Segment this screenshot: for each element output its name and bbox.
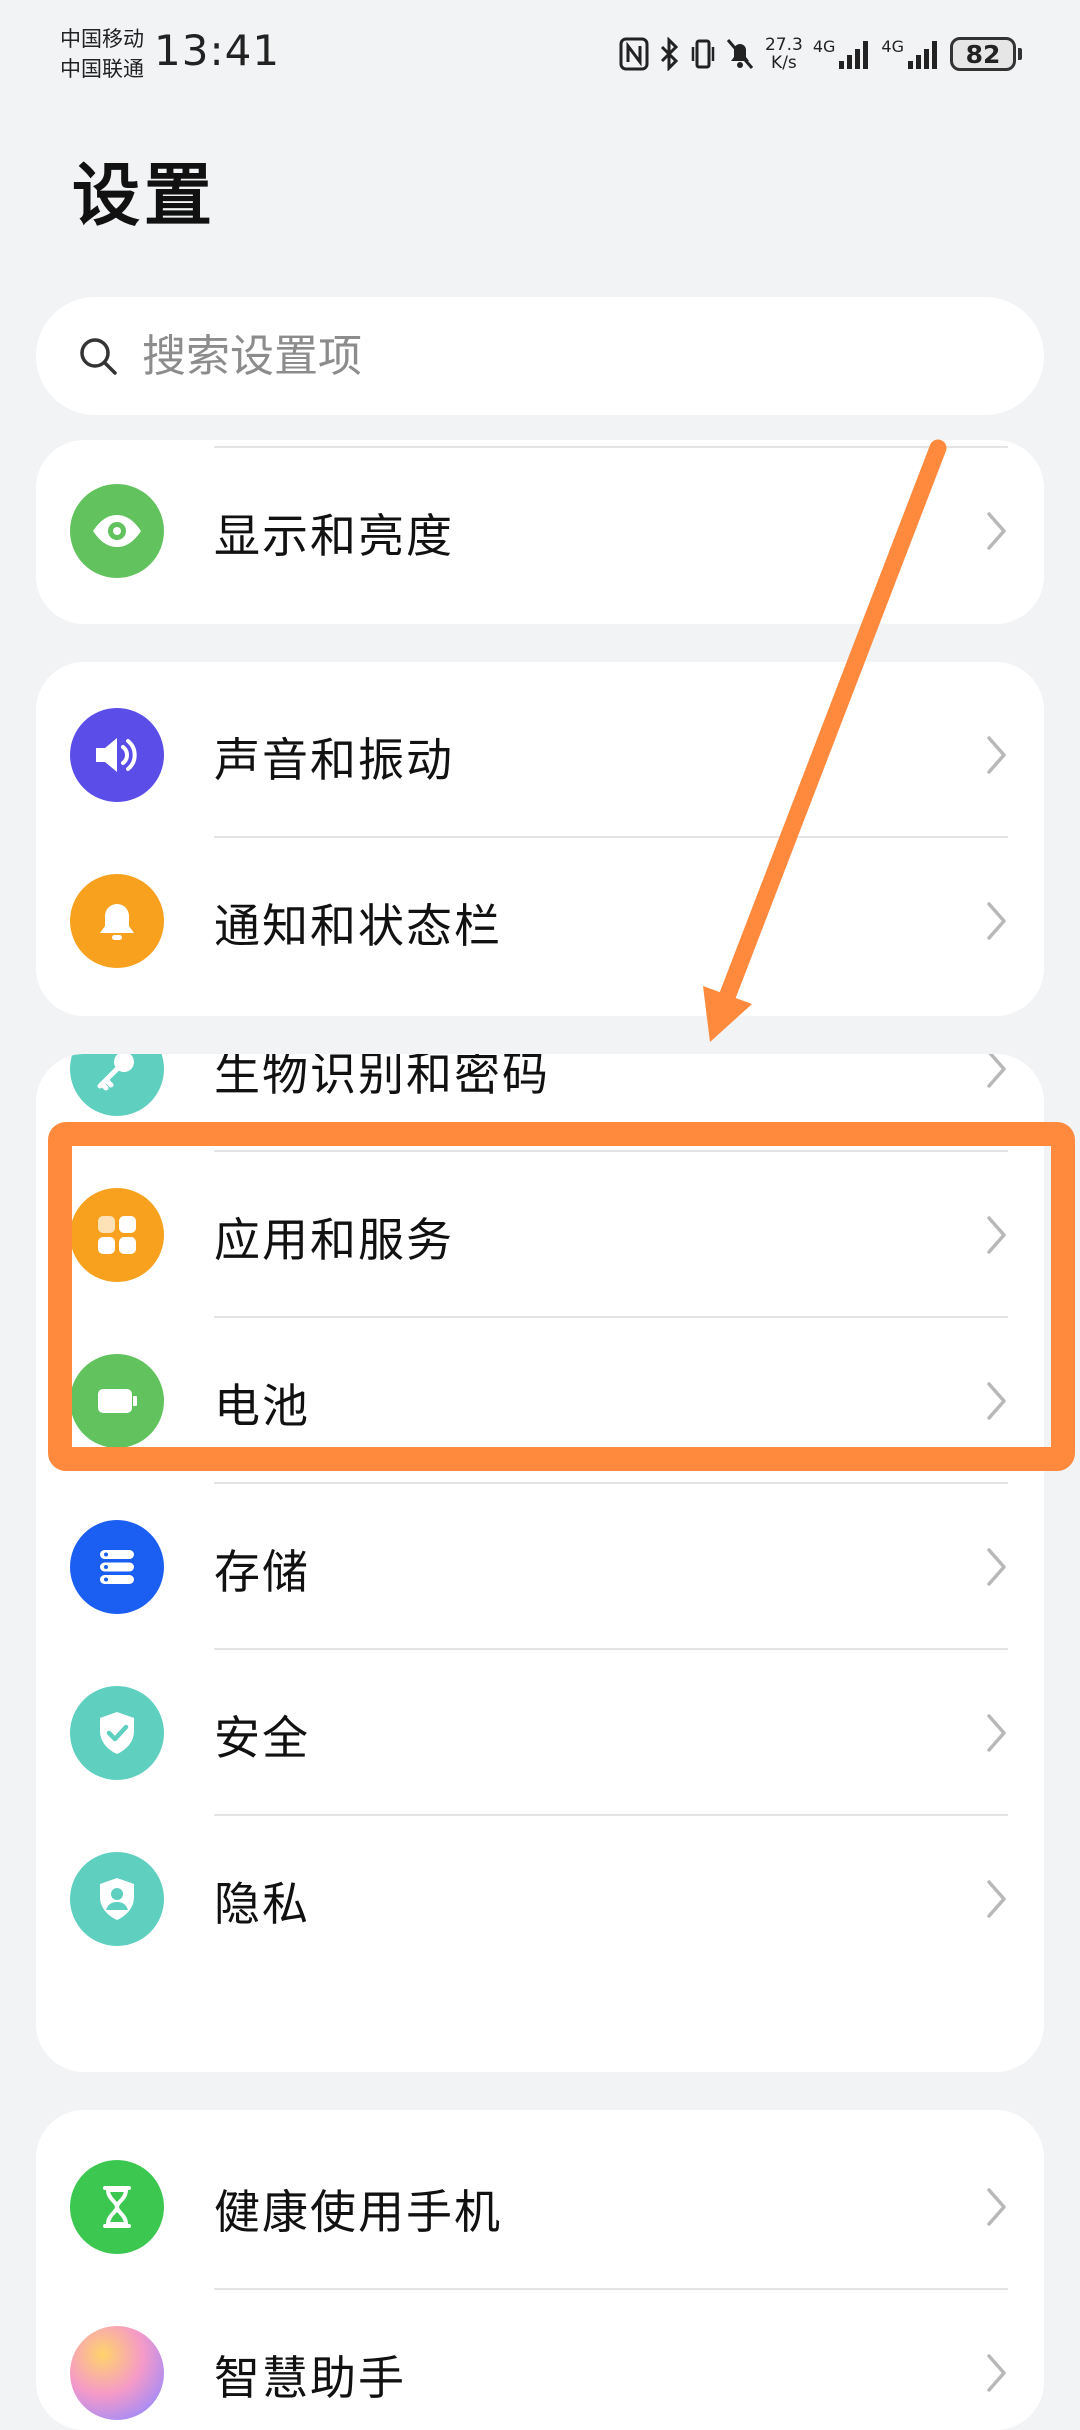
mute-icon <box>725 37 755 71</box>
settings-item-label: 电池 <box>214 1379 310 1433</box>
battery-indicator: 82 <box>950 37 1022 71</box>
search-input[interactable] <box>140 329 1004 383</box>
chevron-right-icon <box>987 1382 1006 1420</box>
settings-item-label: 通知和状态栏 <box>214 899 502 953</box>
settings-item-label: 应用和服务 <box>214 1213 454 1267</box>
settings-item-display[interactable]: 显示和亮度 <box>36 448 1044 614</box>
shield-check-icon <box>70 1686 164 1780</box>
settings-item-notifications[interactable]: 通知和状态栏 <box>36 838 1044 1004</box>
settings-group-4: 健康使用手机 智慧助手 <box>36 2110 1044 2430</box>
chevron-right-icon <box>987 1216 1006 1254</box>
bell-icon <box>70 874 164 968</box>
eye-icon <box>70 484 164 578</box>
settings-item-biometrics[interactable]: 生物识别和密码 <box>36 1054 1044 1152</box>
carrier-1: 中国移动 <box>60 27 144 51</box>
bluetooth-icon <box>659 37 681 71</box>
signal-icon: 4G <box>813 37 872 71</box>
settings-item-digital-balance[interactable]: 健康使用手机 <box>36 2124 1044 2290</box>
settings-item-apps[interactable]: 应用和服务 <box>36 1152 1044 1318</box>
net-speed-unit: K/s <box>771 53 797 73</box>
settings-item-label: 智慧助手 <box>214 2351 406 2405</box>
net-speed: 27.3 K/s <box>765 36 803 72</box>
assistant-orb-icon <box>70 2326 164 2420</box>
settings-item-security[interactable]: 安全 <box>36 1650 1044 1816</box>
settings-group-3: 生物识别和密码 应用和服务 电池 存储 安全 隐私 <box>36 1054 1044 2072</box>
vibrate-icon <box>691 37 715 71</box>
search-bar[interactable] <box>36 297 1044 415</box>
settings-item-label: 声音和振动 <box>214 733 454 787</box>
chevron-right-icon <box>987 2354 1006 2392</box>
signal-icon: 4G <box>881 37 940 71</box>
chevron-right-icon <box>987 1714 1006 1752</box>
carrier-2: 中国联通 <box>60 57 144 81</box>
status-time: 13:41 <box>154 26 281 75</box>
search-icon <box>80 338 117 375</box>
status-icons: 27.3 K/s 4G 4G 82 <box>619 30 1022 78</box>
apps-grid-icon <box>70 1188 164 1282</box>
privacy-shield-icon <box>70 1852 164 1946</box>
chevron-right-icon <box>987 512 1006 550</box>
settings-item-sound[interactable]: 声音和振动 <box>36 672 1044 838</box>
chevron-right-icon <box>987 1054 1006 1088</box>
network-type-2: 4G <box>881 37 904 56</box>
settings-item-battery[interactable]: 电池 <box>36 1318 1044 1484</box>
settings-item-label: 生物识别和密码 <box>214 1054 550 1101</box>
nfc-icon <box>619 37 649 71</box>
settings-item-assistant[interactable]: 智慧助手 <box>36 2290 1044 2430</box>
settings-item-label: 隐私 <box>214 1877 310 1931</box>
key-icon <box>70 1054 164 1116</box>
storage-icon <box>70 1520 164 1614</box>
battery-level: 82 <box>950 37 1016 71</box>
settings-item-label: 健康使用手机 <box>214 2185 502 2239</box>
settings-item-label: 显示和亮度 <box>214 509 454 563</box>
carrier-info: 中国移动 中国联通 <box>60 24 144 84</box>
speaker-icon <box>70 708 164 802</box>
chevron-right-icon <box>987 1548 1006 1586</box>
settings-item-label: 存储 <box>214 1545 310 1599</box>
settings-item-label: 安全 <box>214 1711 310 1765</box>
settings-group-1: 显示和亮度 <box>36 440 1044 624</box>
network-type-1: 4G <box>812 37 836 56</box>
chevron-right-icon <box>987 2188 1006 2226</box>
chevron-right-icon <box>987 736 1006 774</box>
hourglass-icon <box>70 2160 164 2254</box>
status-bar: 中国移动 中国联通 13:41 27.3 K/s 4G 4G 82 <box>0 0 1080 110</box>
chevron-right-icon <box>987 1880 1006 1918</box>
settings-item-privacy[interactable]: 隐私 <box>36 1816 1044 1982</box>
settings-group-2: 声音和振动 通知和状态栏 <box>36 662 1044 1016</box>
chevron-right-icon <box>987 902 1006 940</box>
page-title: 设置 <box>72 157 217 236</box>
net-speed-value: 27.3 <box>764 35 803 55</box>
settings-item-storage[interactable]: 存储 <box>36 1484 1044 1650</box>
battery-icon <box>70 1354 164 1448</box>
